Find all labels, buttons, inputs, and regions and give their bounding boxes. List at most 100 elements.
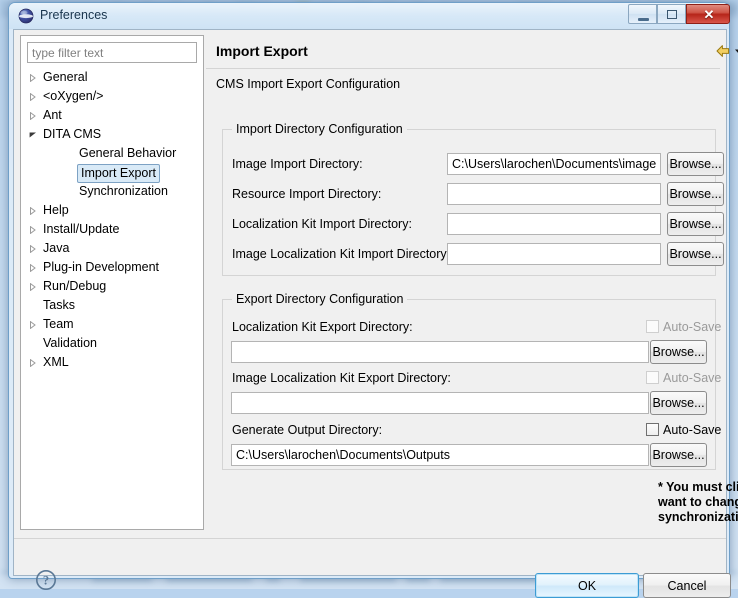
back-arrow-icon[interactable] [714, 42, 732, 60]
close-icon: ✕ [703, 7, 715, 22]
import-field-label: Localization Kit Import Directory: [232, 217, 412, 231]
sidebar-item-label: DITA CMS [43, 127, 102, 141]
export-directory-input[interactable] [231, 341, 649, 363]
browse-button[interactable]: Browse... [650, 391, 707, 415]
sidebar-item-label: Ant [43, 108, 62, 122]
sidebar-item-synchronization[interactable]: Synchronization [21, 182, 203, 201]
sidebar-item-label: <oXygen/> [43, 89, 104, 103]
browse-button[interactable]: Browse... [650, 443, 707, 467]
auto-save-label: Auto-Save [663, 423, 722, 437]
tree-expand-chevron-right-icon[interactable] [25, 220, 41, 239]
sidebar-item-xml[interactable]: XML [21, 353, 203, 372]
sidebar-item-label: Synchronization [79, 184, 168, 198]
back-dropdown-chevron-down-icon[interactable] [733, 42, 738, 60]
restore-button[interactable] [657, 4, 686, 24]
export-field-label: Localization Kit Export Directory: [232, 320, 413, 334]
sidebar-item-label: General [43, 70, 88, 84]
import-directory-input[interactable] [447, 243, 661, 265]
sidebar-item-ant[interactable]: Ant [21, 106, 203, 125]
sidebar-item-run-debug[interactable]: Run/Debug [21, 277, 203, 296]
preference-page-panel: Import Export CMS Import Export Configur… [206, 35, 738, 530]
sidebar-item-install-update[interactable]: Install/Update [21, 220, 203, 239]
window-title: Preferences [40, 8, 108, 22]
tree-expand-chevron-right-icon[interactable] [25, 277, 41, 296]
sidebar-item-help[interactable]: Help [21, 201, 203, 220]
preferences-window: Preferences ✕ General <oXygen/> Ant DITA CM… [8, 2, 738, 598]
export-group-legend: Export Directory Configuration [232, 292, 408, 306]
apply-warning-text: * You must click the Apply button if you… [658, 480, 738, 524]
browse-button[interactable]: Browse... [667, 182, 724, 206]
auto-save-label: Auto-Save [663, 371, 722, 385]
sidebar-item-team[interactable]: Team [21, 315, 203, 334]
sidebar-item-import-export[interactable]: Import Export [21, 163, 203, 183]
browse-button[interactable]: Browse... [667, 212, 724, 236]
sidebar-item-plug-in-development[interactable]: Plug-in Development [21, 258, 203, 277]
import-group-legend: Import Directory Configuration [232, 122, 407, 136]
sidebar-item-label: Tasks [43, 298, 75, 312]
preferences-tree-panel: General <oXygen/> Ant DITA CMS General Behav… [20, 35, 204, 530]
auto-save-checkbox[interactable]: Auto-Save [646, 423, 721, 437]
preferences-tree[interactable]: General <oXygen/> Ant DITA CMS General Behav… [21, 68, 203, 528]
sidebar-item-label: Plug-in Development [43, 260, 160, 274]
browse-button[interactable]: Browse... [667, 152, 724, 176]
sidebar-item-label: Run/Debug [43, 279, 107, 293]
tree-expand-chevron-right-icon[interactable] [25, 68, 41, 87]
tree-expand-chevron-right-icon[interactable] [25, 201, 41, 220]
export-field-label: Image Localization Kit Export Directory: [232, 371, 451, 385]
sidebar-item-java[interactable]: Java [21, 239, 203, 258]
auto-save-label: Auto-Save [663, 320, 722, 334]
auto-save-checkbox: Auto-Save [646, 371, 721, 385]
checkbox-box-icon [646, 320, 659, 333]
section-title: CMS Import Export Configuration [216, 77, 401, 91]
sidebar-item-oxygen[interactable]: <oXygen/> [21, 87, 203, 106]
import-field-label: Image Localization Kit Import Directory: [232, 247, 451, 261]
sidebar-item-label: XML [43, 355, 69, 369]
tree-expand-chevron-right-icon[interactable] [25, 258, 41, 277]
browse-button[interactable]: Browse... [650, 340, 707, 364]
browse-button[interactable]: Browse... [667, 242, 724, 266]
export-directory-input[interactable] [231, 444, 649, 466]
cancel-button[interactable]: Cancel [643, 573, 731, 598]
minimize-icon [638, 18, 649, 21]
tree-expand-chevron-right-icon[interactable] [25, 315, 41, 334]
help-question-icon[interactable]: ? [35, 569, 57, 591]
sidebar-item-general[interactable]: General [21, 68, 203, 87]
export-directory-input[interactable] [231, 392, 649, 414]
close-button[interactable]: ✕ [686, 4, 730, 24]
checkbox-box-icon [646, 371, 659, 384]
ok-button[interactable]: OK [535, 573, 639, 598]
sidebar-item-label: Help [43, 203, 69, 217]
import-field-label: Resource Import Directory: [232, 187, 382, 201]
sidebar-item-tasks[interactable]: Tasks [21, 296, 203, 315]
footer-divider [14, 538, 726, 539]
tree-expand-chevron-right-icon[interactable] [25, 239, 41, 258]
tree-expand-chevron-right-icon[interactable] [25, 106, 41, 125]
import-directory-input[interactable] [447, 213, 661, 235]
sidebar-item-label: Java [43, 241, 70, 255]
checkbox-box-icon [646, 423, 659, 436]
sidebar-item-general-behavior[interactable]: General Behavior [21, 144, 203, 163]
restore-icon [667, 10, 677, 19]
sidebar-item-dita-cms[interactable]: DITA CMS [21, 125, 203, 144]
tree-collapse-chevron-down-icon[interactable] [25, 125, 41, 144]
eclipse-sphere-icon [18, 8, 34, 24]
svg-text:?: ? [43, 573, 49, 587]
filter-input[interactable] [27, 42, 197, 63]
tree-expand-chevron-right-icon[interactable] [25, 353, 41, 372]
sidebar-item-label: Install/Update [43, 222, 120, 236]
sidebar-item-label: Validation [43, 336, 97, 350]
import-directory-input[interactable] [447, 183, 661, 205]
sidebar-item-label: Import Export [77, 164, 161, 183]
page-title: Import Export [216, 43, 308, 59]
auto-save-checkbox: Auto-Save [646, 320, 721, 334]
window-titlebar[interactable]: Preferences ✕ [9, 3, 730, 29]
minimize-button[interactable] [628, 4, 657, 24]
export-field-label: Generate Output Directory: [232, 423, 383, 437]
header-divider [206, 68, 720, 69]
import-field-label: Image Import Directory: [232, 157, 363, 171]
tree-expand-chevron-right-icon[interactable] [25, 87, 41, 106]
sidebar-item-label: Team [43, 317, 74, 331]
import-directory-input[interactable] [447, 153, 661, 175]
sidebar-item-validation[interactable]: Validation [21, 334, 203, 353]
sidebar-item-label: General Behavior [79, 146, 177, 160]
